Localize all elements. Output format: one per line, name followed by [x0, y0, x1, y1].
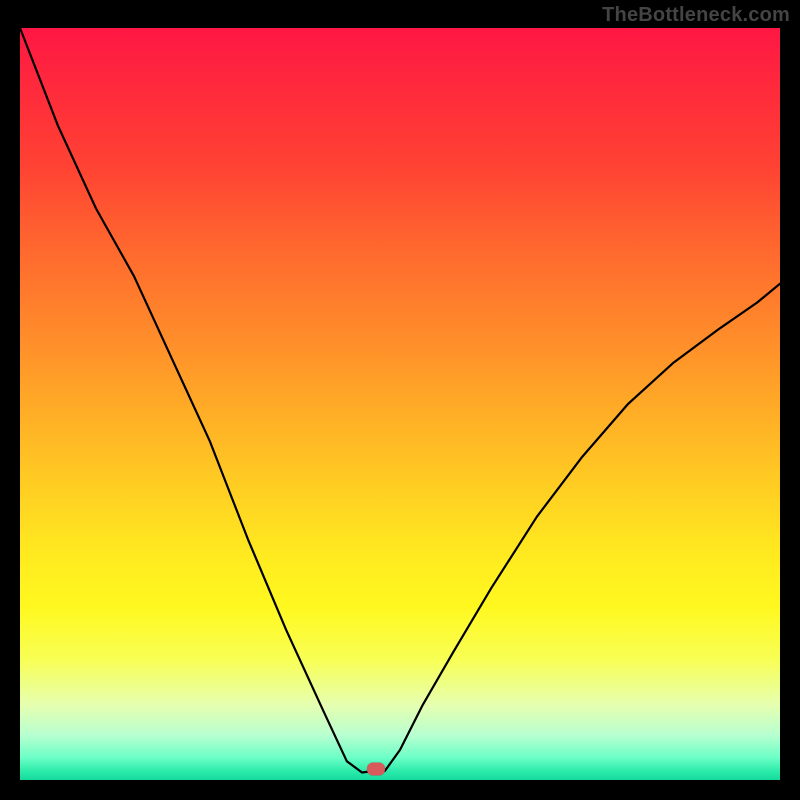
plot-area: [20, 28, 780, 780]
curve-path: [20, 28, 780, 773]
bottleneck-marker: [367, 762, 385, 775]
bottleneck-curve: [20, 28, 780, 780]
chart-frame: TheBottleneck.com: [0, 0, 800, 800]
watermark-text: TheBottleneck.com: [602, 4, 790, 27]
